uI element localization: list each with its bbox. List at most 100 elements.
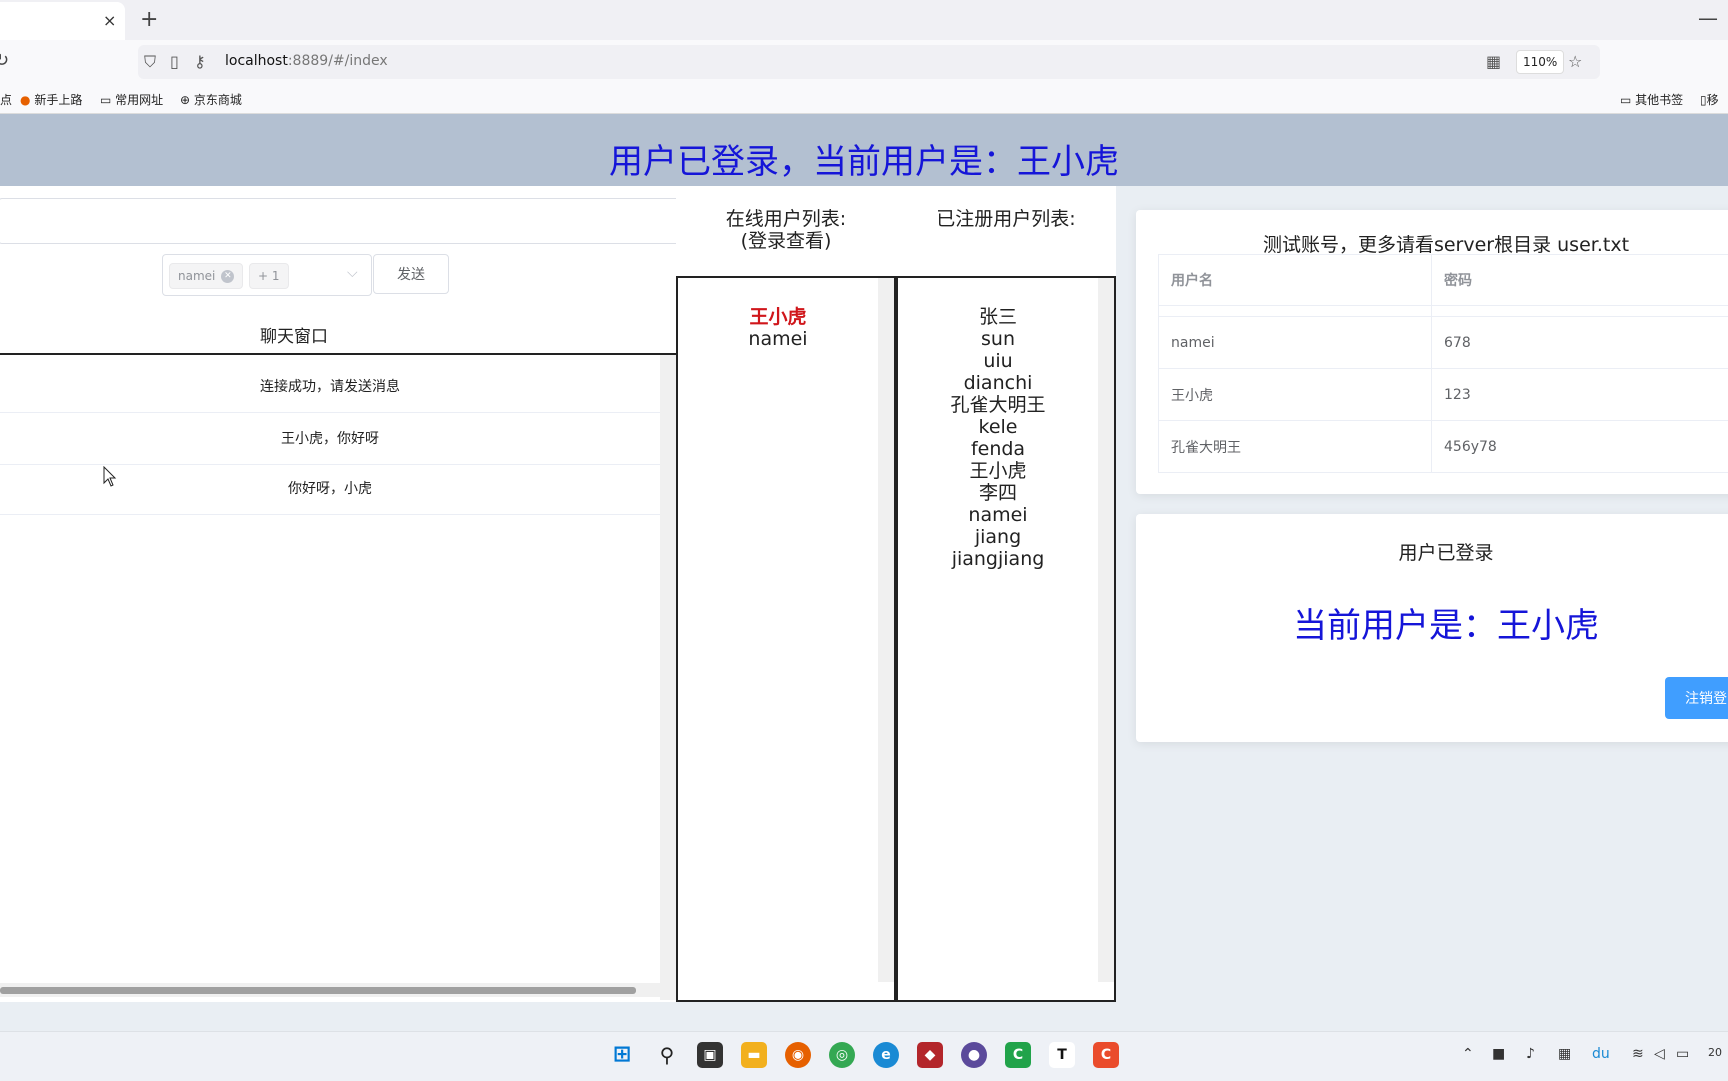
send-button[interactable]: 发送 <box>373 254 449 294</box>
online-title-note: (登录查看) <box>676 230 896 252</box>
column-header-password: 密码 <box>1432 255 1728 306</box>
test-accounts-table: 用户名 密码 namei 678 王小虎 123 孔雀大明王 456y78 <box>1158 254 1728 473</box>
url-text[interactable]: localhost:8889/#/index <box>225 53 388 69</box>
registered-user[interactable]: 王小虎 <box>898 460 1098 482</box>
shield-icon[interactable]: ⛉ <box>144 52 156 72</box>
online-user[interactable]: namei <box>678 328 878 350</box>
clion-icon[interactable]: C <box>1093 1042 1119 1068</box>
spacer-cell <box>1432 306 1728 317</box>
chat-message: 连接成功，请发送消息 <box>0 362 660 413</box>
registered-user[interactable]: kele <box>898 416 1098 438</box>
registered-user[interactable]: namei <box>898 504 1098 526</box>
address-bar[interactable]: ⛉ ▯ ⚷ localhost:8889/#/index ▦ 110% ☆ <box>138 45 1600 79</box>
bookmark-item[interactable]: ⊕ 京东商城 <box>180 91 242 108</box>
online-users-list[interactable]: 王小虎 namei <box>676 276 896 1002</box>
bookmark-folder-other[interactable]: ▭ 其他书签 <box>1620 91 1683 108</box>
login-status-card: 用户已登录 当前用户是：王小虎 注销登 <box>1136 514 1728 742</box>
app-header: 用户已登录，当前用户是：王小虎 <box>0 114 1728 186</box>
current-user-text: 当前用户是：王小虎 <box>1136 598 1728 647</box>
chat-vertical-scrollbar[interactable] <box>660 355 676 1000</box>
battery-icon[interactable]: ▭ <box>1676 1046 1689 1062</box>
online-user-self[interactable]: 王小虎 <box>678 306 878 328</box>
registered-user[interactable]: uiu <box>898 350 1098 372</box>
chat-horizontal-scrollbar[interactable] <box>0 983 660 997</box>
bookmark-star-icon[interactable]: ☆ <box>1568 52 1582 71</box>
test-accounts-card: 测试账号，更多请看server根目录 user.txt 用户名 密码 namei… <box>1136 210 1728 494</box>
window-minimize-icon[interactable]: — <box>1698 6 1718 30</box>
registered-user[interactable]: dianchi <box>898 372 1098 394</box>
logout-button[interactable]: 注销登 <box>1665 677 1728 719</box>
online-list-scrollbar[interactable] <box>878 278 894 982</box>
windows-start-icon[interactable]: ⊞ <box>609 1042 635 1068</box>
os-taskbar: ⊞ ⚲ ▣ ▬ ◉ ◎ e ◆ ● C T C ⌃ ■ ♪ ▦ du ≋ ◁ ▭… <box>0 1031 1728 1081</box>
keyboard-icon[interactable]: ▦ <box>1558 1046 1571 1062</box>
chat-message: 你好呀，小虎 <box>0 464 660 515</box>
pycharm-icon[interactable]: C <box>1005 1042 1031 1068</box>
chevron-up-icon[interactable]: ⌃ <box>1462 1046 1474 1062</box>
browser-tab-bar: × + — <box>0 0 1728 40</box>
new-tab-icon[interactable]: + <box>140 7 158 32</box>
column-header-username: 用户名 <box>1159 255 1432 306</box>
baidu-netdisk-icon[interactable]: du <box>1592 1046 1610 1062</box>
registered-user[interactable]: jiangjiang <box>898 548 1098 570</box>
registered-user[interactable]: jiang <box>898 526 1098 548</box>
phone-icon: ▯ <box>1700 93 1707 107</box>
reload-icon[interactable]: ↻ <box>0 50 9 71</box>
firefox-icon: ● <box>20 93 30 107</box>
wifi-icon[interactable]: ≋ <box>1632 1046 1644 1062</box>
registered-user[interactable]: fenda <box>898 438 1098 460</box>
page-title: 用户已登录，当前用户是：王小虎 <box>0 134 1728 183</box>
recipient-select[interactable]: namei✕ + 1 ⌵ <box>162 254 372 296</box>
registered-user[interactable]: 李四 <box>898 482 1098 504</box>
edge-icon[interactable]: e <box>873 1042 899 1068</box>
scrollbar-thumb[interactable] <box>0 987 636 994</box>
tag-close-icon[interactable]: ✕ <box>221 270 234 283</box>
registered-users-items: 张三 sun uiu dianchi 孔雀大明王 kele fenda 王小虎 … <box>898 306 1098 570</box>
recipient-tag[interactable]: namei✕ <box>169 263 243 289</box>
table-header-row: 用户名 密码 <box>1159 255 1728 306</box>
tab-close-icon[interactable]: × <box>103 11 116 30</box>
table-row[interactable]: 王小虎 123 <box>1159 369 1728 421</box>
registered-user[interactable]: 孔雀大明王 <box>898 394 1098 416</box>
bookmark-item[interactable]: 点 <box>0 91 12 108</box>
tray-app-icon[interactable]: ■ <box>1492 1046 1505 1062</box>
chat-window[interactable]: 连接成功，请发送消息 王小虎，你好呀 你好呀，小虎 <box>0 353 677 1000</box>
chrome-icon[interactable]: ◎ <box>829 1042 855 1068</box>
chat-message: 王小虎，你好呀 <box>0 414 660 465</box>
online-users-items: 王小虎 namei <box>678 306 878 350</box>
volume-icon[interactable]: ◁ <box>1654 1046 1665 1062</box>
registered-users-list[interactable]: 张三 sun uiu dianchi 孔雀大明王 kele fenda 王小虎 … <box>896 276 1116 1002</box>
bookmark-folder[interactable]: ▭ 常用网址 <box>100 91 163 108</box>
zoom-level-badge[interactable]: 110% <box>1516 50 1564 74</box>
bookmark-item[interactable]: ● 新手上路 <box>20 91 82 108</box>
browser-tab[interactable]: × <box>0 2 125 40</box>
registered-user[interactable]: sun <box>898 328 1098 350</box>
registered-users-title: 已注册用户列表: <box>896 208 1116 230</box>
page-info-icon[interactable]: ▯ <box>170 52 179 71</box>
qq-icon[interactable]: ● <box>961 1042 987 1068</box>
table-row[interactable]: 孔雀大明王 456y78 <box>1159 421 1728 473</box>
search-icon[interactable]: ⚲ <box>654 1042 680 1068</box>
clock-text[interactable]: 20 <box>1708 1046 1722 1059</box>
chat-panel: namei✕ + 1 ⌵ 发送 聊天窗口 连接成功，请发送消息 王小虎，你好呀 … <box>0 186 676 1002</box>
registered-users-panel: 已注册用户列表: 张三 sun uiu dianchi 孔雀大明王 kele f… <box>896 186 1116 1000</box>
table-row[interactable]: namei 678 <box>1159 317 1728 369</box>
app-icon[interactable]: ◆ <box>917 1042 943 1068</box>
typora-icon[interactable]: T <box>1049 1042 1075 1068</box>
registered-user[interactable]: 张三 <box>898 306 1098 328</box>
message-input[interactable] <box>0 198 680 244</box>
password-cell: 678 <box>1432 317 1728 369</box>
firefox-icon[interactable]: ◉ <box>785 1042 811 1068</box>
chevron-down-icon[interactable]: ⌵ <box>347 265 358 281</box>
key-icon[interactable]: ⚷ <box>194 52 206 71</box>
registered-list-scrollbar[interactable] <box>1098 278 1114 982</box>
password-cell: 123 <box>1432 369 1728 421</box>
username-cell: namei <box>1159 317 1432 369</box>
qr-code-icon[interactable]: ▦ <box>1486 52 1501 71</box>
microphone-icon[interactable]: ♪ <box>1526 1046 1535 1062</box>
test-accounts-title: 测试账号，更多请看server根目录 user.txt <box>1136 230 1728 257</box>
task-view-icon[interactable]: ▣ <box>697 1042 723 1068</box>
username-cell: 王小虎 <box>1159 369 1432 421</box>
bookmark-mobile[interactable]: ▯移 <box>1700 91 1719 108</box>
file-explorer-icon[interactable]: ▬ <box>741 1042 767 1068</box>
